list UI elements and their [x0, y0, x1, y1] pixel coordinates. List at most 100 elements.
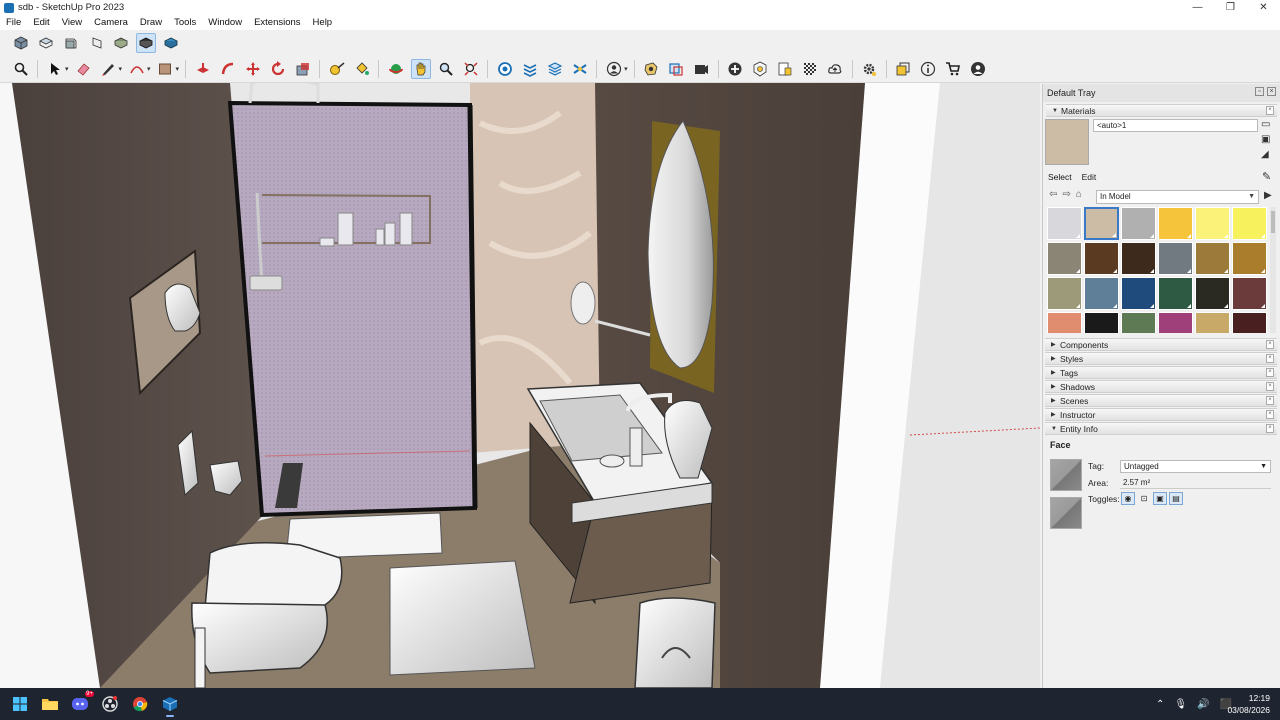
receive-shadows-icon[interactable]: ▤ [1169, 492, 1183, 505]
scale-icon[interactable] [293, 59, 313, 79]
panel-close-icon[interactable]: × [1266, 354, 1274, 363]
menu-tools[interactable]: Tools [168, 17, 202, 28]
zoom-extents-icon[interactable] [461, 59, 481, 79]
material-swatch[interactable] [1121, 312, 1156, 333]
menu-camera[interactable]: Camera [88, 17, 134, 28]
menu-view[interactable]: View [56, 17, 88, 28]
material-name-field[interactable]: <auto>1 [1093, 119, 1258, 132]
pan-icon[interactable] [410, 59, 431, 79]
iso-view-icon[interactable] [11, 33, 31, 53]
search-icon[interactable] [11, 59, 31, 79]
arc-icon[interactable] [127, 59, 147, 79]
material-swatch[interactable] [1084, 277, 1119, 310]
material-swatch[interactable] [1158, 207, 1193, 240]
paint-bucket-icon[interactable] [352, 59, 372, 79]
visible-toggle-icon[interactable]: ◉ [1121, 492, 1135, 505]
tray-close-icon[interactable]: × [1267, 87, 1276, 96]
scene-icon[interactable] [691, 59, 711, 79]
material-swatch[interactable] [1195, 207, 1230, 240]
info-icon[interactable] [918, 59, 938, 79]
cart-icon[interactable] [943, 59, 963, 79]
solid-tools-icon[interactable] [641, 59, 661, 79]
panel-scenes[interactable]: ▶ Scenes × [1045, 394, 1277, 407]
material-swatch[interactable] [1084, 207, 1119, 240]
menu-extensions[interactable]: Extensions [248, 17, 306, 28]
cube-icon[interactable]: ▣ [1261, 134, 1273, 145]
materials-panel-title[interactable]: ▼ Materials × [1046, 104, 1277, 117]
select-icon[interactable] [45, 59, 65, 79]
tab-select[interactable]: Select [1048, 172, 1072, 182]
material-swatch[interactable] [1195, 242, 1230, 275]
material-swatch[interactable] [1047, 277, 1082, 310]
tab-edit[interactable]: Edit [1082, 172, 1097, 182]
warehouse-icon[interactable] [495, 59, 515, 79]
panel-close-icon[interactable]: × [1266, 382, 1274, 391]
layout-icon[interactable] [545, 59, 565, 79]
rotate-icon[interactable] [268, 59, 288, 79]
back-face-material-thumb[interactable] [1050, 497, 1082, 529]
material-swatch[interactable] [1047, 242, 1082, 275]
back-view-icon[interactable] [111, 33, 131, 53]
trimble-connect-icon[interactable] [825, 59, 845, 79]
push-pull-icon[interactable] [193, 59, 213, 79]
orbit-icon[interactable] [386, 59, 406, 79]
sample-paint-icon[interactable]: ◢ [1261, 149, 1273, 160]
panel-tags[interactable]: ▶ Tags × [1045, 366, 1277, 379]
eraser-icon[interactable] [73, 59, 93, 79]
pencil-line-icon[interactable] [98, 59, 118, 79]
menu-window[interactable]: Window [202, 17, 248, 28]
panel-shadows[interactable]: ▶ Shadows × [1045, 380, 1277, 393]
material-swatch[interactable] [1195, 312, 1230, 333]
move-icon[interactable] [243, 59, 263, 79]
follow-me-icon[interactable] [218, 59, 238, 79]
shape-dropdown-icon[interactable]: ▾ [176, 65, 180, 73]
panel-close-icon[interactable]: × [1266, 410, 1274, 419]
model-viewport[interactable] [0, 83, 1040, 688]
panel-close-icon[interactable]: × [1266, 396, 1274, 405]
material-swatch[interactable] [1232, 277, 1267, 310]
close-button[interactable]: ✕ [1247, 0, 1280, 15]
material-swatch[interactable] [1047, 207, 1082, 240]
panel-close-icon[interactable]: × [1266, 424, 1274, 433]
lock-toggle-icon[interactable]: ⊡ [1137, 492, 1151, 505]
section-plane-icon[interactable] [570, 59, 590, 79]
material-swatch[interactable] [1084, 242, 1119, 275]
forward-arrow-icon[interactable]: ⇨ [1062, 189, 1070, 200]
material-swatch[interactable] [1121, 277, 1156, 310]
panel-close-icon[interactable]: × [1266, 340, 1274, 349]
material-swatch[interactable] [1195, 277, 1230, 310]
tape-measure-icon[interactable] [327, 59, 347, 79]
material-swatch[interactable] [1232, 207, 1267, 240]
outer-shell-icon[interactable] [666, 59, 686, 79]
rectangle-icon[interactable] [155, 59, 175, 79]
front-face-material-thumb[interactable] [1050, 459, 1082, 491]
bathroom-model[interactable] [0, 83, 1040, 688]
dynamic-components-icon[interactable] [893, 59, 913, 79]
windows-start-icon[interactable] [6, 690, 34, 718]
menu-draw[interactable]: Draw [134, 17, 168, 28]
material-swatch[interactable] [1158, 277, 1193, 310]
microphone-icon[interactable]: 🎙 [1174, 699, 1187, 710]
account-dropdown-icon[interactable]: ▾ [624, 65, 628, 73]
chevron-up-icon[interactable]: ⌃ [1156, 699, 1164, 710]
bottom-view-icon[interactable] [161, 33, 181, 53]
volume-icon[interactable]: 🔊 [1197, 699, 1209, 710]
swatch-scrollbar[interactable] [1270, 207, 1276, 333]
zoom-icon[interactable] [436, 59, 456, 79]
panel-close-icon[interactable]: × [1266, 368, 1274, 377]
top-view-icon[interactable] [36, 33, 56, 53]
discord-icon[interactable]: 9+ [66, 690, 94, 718]
material-swatch[interactable] [1121, 242, 1156, 275]
right-view-icon[interactable] [86, 33, 106, 53]
clock[interactable]: 12:19 03/08/2026 [1227, 692, 1270, 716]
back-arrow-icon[interactable]: ⇦ [1049, 189, 1057, 200]
menu-file[interactable]: File [0, 17, 27, 28]
arc-dropdown-icon[interactable]: ▾ [147, 65, 151, 73]
restore-button[interactable]: ❐ [1214, 0, 1247, 15]
terrain-icon[interactable] [800, 59, 820, 79]
material-preview[interactable] [1045, 119, 1089, 165]
chrome-icon[interactable] [126, 690, 154, 718]
material-swatch[interactable] [1121, 207, 1156, 240]
material-swatch[interactable] [1232, 242, 1267, 275]
panel-styles[interactable]: ▶ Styles × [1045, 352, 1277, 365]
